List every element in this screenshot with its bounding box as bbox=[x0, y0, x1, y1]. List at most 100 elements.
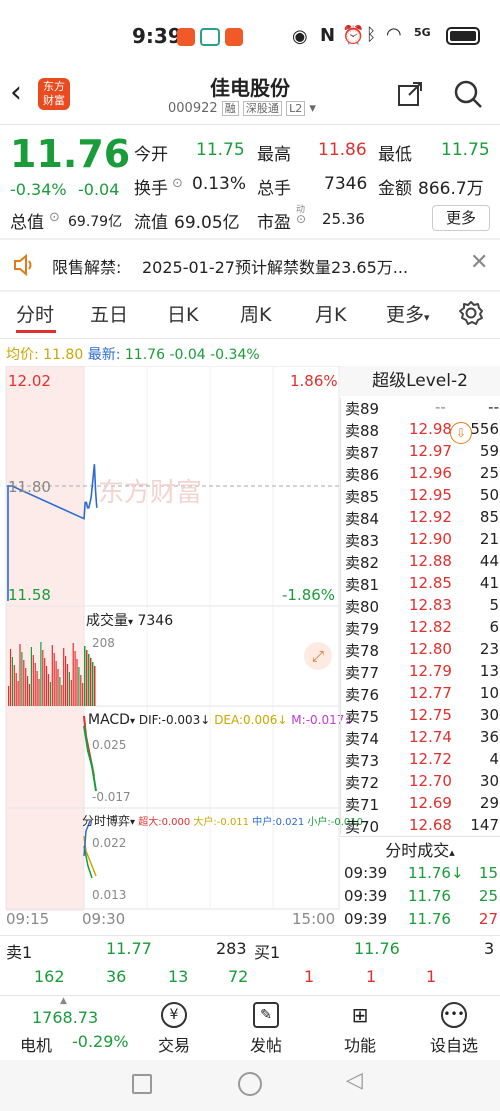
turnover-label: 换手 bbox=[134, 179, 168, 199]
ask-qty: 4 bbox=[489, 750, 499, 768]
period-tabs: 分时 五日 日K 周K 月K 更多▾ bbox=[0, 292, 500, 338]
search-icon[interactable] bbox=[452, 78, 484, 110]
ask-qty: 556 bbox=[470, 420, 499, 438]
watermark: 东方财富 bbox=[98, 478, 202, 508]
tab-weekly-k[interactable]: 周K bbox=[240, 300, 271, 327]
ask-qty: 30 bbox=[479, 706, 499, 724]
margin-tag: 融 bbox=[221, 101, 239, 116]
more-button[interactable]: 更多 bbox=[432, 205, 490, 231]
high-value: 11.86 bbox=[318, 140, 367, 160]
share-icon[interactable] bbox=[396, 80, 424, 108]
volume-bar bbox=[8, 686, 10, 706]
order-count: 1 bbox=[366, 967, 377, 986]
chevron-up-icon: ▴ bbox=[449, 846, 455, 859]
chevron-down-icon: ▾ bbox=[130, 817, 136, 828]
home-icon[interactable] bbox=[238, 1072, 262, 1096]
app-notification-icon bbox=[200, 28, 220, 46]
tab-monthly-k[interactable]: 月K bbox=[315, 300, 346, 327]
open-value: 11.75 bbox=[196, 140, 245, 160]
order-book-row: 卖73 12.72 4 bbox=[345, 750, 499, 771]
download-icon[interactable]: ⇩ bbox=[450, 422, 472, 444]
chevron-down-icon[interactable]: ▾ bbox=[309, 101, 316, 116]
connect-tag: 深股通 bbox=[242, 101, 282, 116]
volume-header[interactable]: 成交量▾ 7346 bbox=[86, 610, 173, 630]
trade-time: 09:39 bbox=[344, 864, 388, 882]
order-count: 1 bbox=[426, 967, 437, 986]
app-notification-icon bbox=[177, 28, 195, 46]
game-mid: 中户:0.021 bbox=[252, 817, 305, 828]
volume-bar bbox=[19, 644, 21, 706]
game-header[interactable]: 分时博弈▾ 超大:0.000 大户:-0.011 中户:0.021 小户:-0.… bbox=[82, 812, 363, 829]
amount-label: 金额 bbox=[378, 179, 412, 199]
game-big: 大户:-0.011 bbox=[193, 817, 250, 828]
expand-icon[interactable]: ⤢ bbox=[304, 642, 332, 670]
index-percent: -0.29% bbox=[72, 1032, 129, 1051]
game-label: 分时博弈 bbox=[82, 814, 131, 828]
macd-header[interactable]: MACD▾ DIF:-0.003↓ DEA:0.006↓ M:-0.017↓ bbox=[88, 712, 354, 728]
ask-qty: 23 bbox=[479, 640, 499, 658]
trades-title: 分时成交 bbox=[385, 841, 450, 860]
order-book-row: 卖83 12.90 21 bbox=[345, 530, 499, 551]
recent-apps-icon[interactable] bbox=[132, 1074, 152, 1094]
order-book-row: 卖79 12.82 6 bbox=[345, 618, 499, 639]
index-value: 1768.73 bbox=[32, 1008, 99, 1027]
back-icon[interactable]: ◁ bbox=[346, 1068, 363, 1093]
info-icon[interactable]: ⊙ bbox=[49, 210, 60, 225]
ask-qty: -- bbox=[488, 398, 499, 416]
float-value: 69.05亿 bbox=[174, 213, 240, 233]
order-book-row: 卖89 -- -- bbox=[345, 398, 499, 419]
order-count: 1 bbox=[304, 967, 315, 986]
quote-panel: 11.76 -0.34% -0.04 今开 11.75 最高 11.86 最低 … bbox=[0, 126, 500, 236]
macd-axis-bottom: -0.017 bbox=[92, 790, 131, 804]
order-book-row: 卖71 12.69 29 bbox=[345, 794, 499, 815]
close-icon[interactable]: ✕ bbox=[470, 250, 488, 275]
ask-price: 12.77 bbox=[409, 684, 452, 702]
nav-add-watchlist[interactable]: ••• 设自选 bbox=[424, 1002, 484, 1058]
volume-bar bbox=[15, 673, 17, 706]
info-icon[interactable]: ⊙ bbox=[296, 212, 306, 226]
level2-title[interactable]: 超级Level-2 bbox=[340, 366, 500, 396]
volume-label: 成交量 bbox=[86, 613, 128, 629]
game-axis-top: 0.022 bbox=[92, 836, 127, 850]
trades-header[interactable]: 分时成交▴ bbox=[340, 836, 500, 864]
mktcap-value: 69.79亿 bbox=[68, 214, 123, 230]
nav-trade[interactable]: ¥ 交易 bbox=[144, 1002, 204, 1058]
sell1-price: 11.77 bbox=[106, 939, 152, 958]
intraday-chart[interactable]: 东方财富 bbox=[0, 366, 340, 911]
gear-icon[interactable] bbox=[458, 300, 484, 326]
ask-level: 卖81 bbox=[345, 576, 380, 594]
time-axis-start: 09:15 bbox=[6, 910, 50, 928]
turnover-value: 0.13% bbox=[192, 174, 247, 194]
ask-price: 12.98 bbox=[409, 420, 452, 438]
ask-level: 卖79 bbox=[345, 620, 380, 638]
low-label: 最低 bbox=[378, 145, 412, 165]
notice-bar[interactable]: 限售解禁: 2025-01-27预计解禁数量23.65万... ✕ bbox=[0, 240, 500, 290]
tab-five-day[interactable]: 五日 bbox=[90, 300, 128, 327]
pct-axis-top: 1.86% bbox=[290, 372, 338, 390]
ask-price: 12.72 bbox=[409, 750, 452, 768]
tab-intraday[interactable]: 分时 bbox=[16, 300, 54, 327]
order-count: 162 bbox=[34, 967, 65, 986]
chevron-down-icon: ▾ bbox=[129, 716, 135, 727]
time-axis-open: 09:30 bbox=[82, 910, 126, 928]
stock-name: 佳电股份 bbox=[210, 76, 290, 100]
index-ticker[interactable]: ▲ 1768.73 电机 -0.29% bbox=[0, 996, 129, 1060]
ask-price: 12.92 bbox=[409, 508, 452, 526]
stock-code: 000922 bbox=[168, 101, 218, 116]
tab-more[interactable]: 更多▾ bbox=[386, 300, 430, 327]
intraday-chart-area: 均价: 11.80 最新: 11.76 -0.04 -0.34% 东方财富 12… bbox=[0, 340, 363, 935]
ask-level: 卖71 bbox=[345, 796, 380, 814]
volume-bar bbox=[42, 650, 44, 706]
macd-signal-line bbox=[83, 725, 97, 792]
order-book-row: 卖72 12.70 30 bbox=[345, 772, 499, 793]
nav-post[interactable]: ✎ 发帖 bbox=[236, 1002, 296, 1058]
ask-qty: 44 bbox=[479, 552, 499, 570]
info-icon[interactable]: ⊙ bbox=[172, 176, 183, 191]
volume-value: 7346 bbox=[324, 174, 368, 194]
tab-daily-k[interactable]: 日K bbox=[167, 300, 198, 327]
volume-bar bbox=[65, 656, 67, 706]
order-book-row: 卖85 12.95 50 bbox=[345, 486, 499, 507]
ask-level: 卖80 bbox=[345, 598, 380, 616]
nav-functions[interactable]: ⊞ 功能 bbox=[330, 1002, 390, 1058]
ask-level: 卖77 bbox=[345, 664, 380, 682]
